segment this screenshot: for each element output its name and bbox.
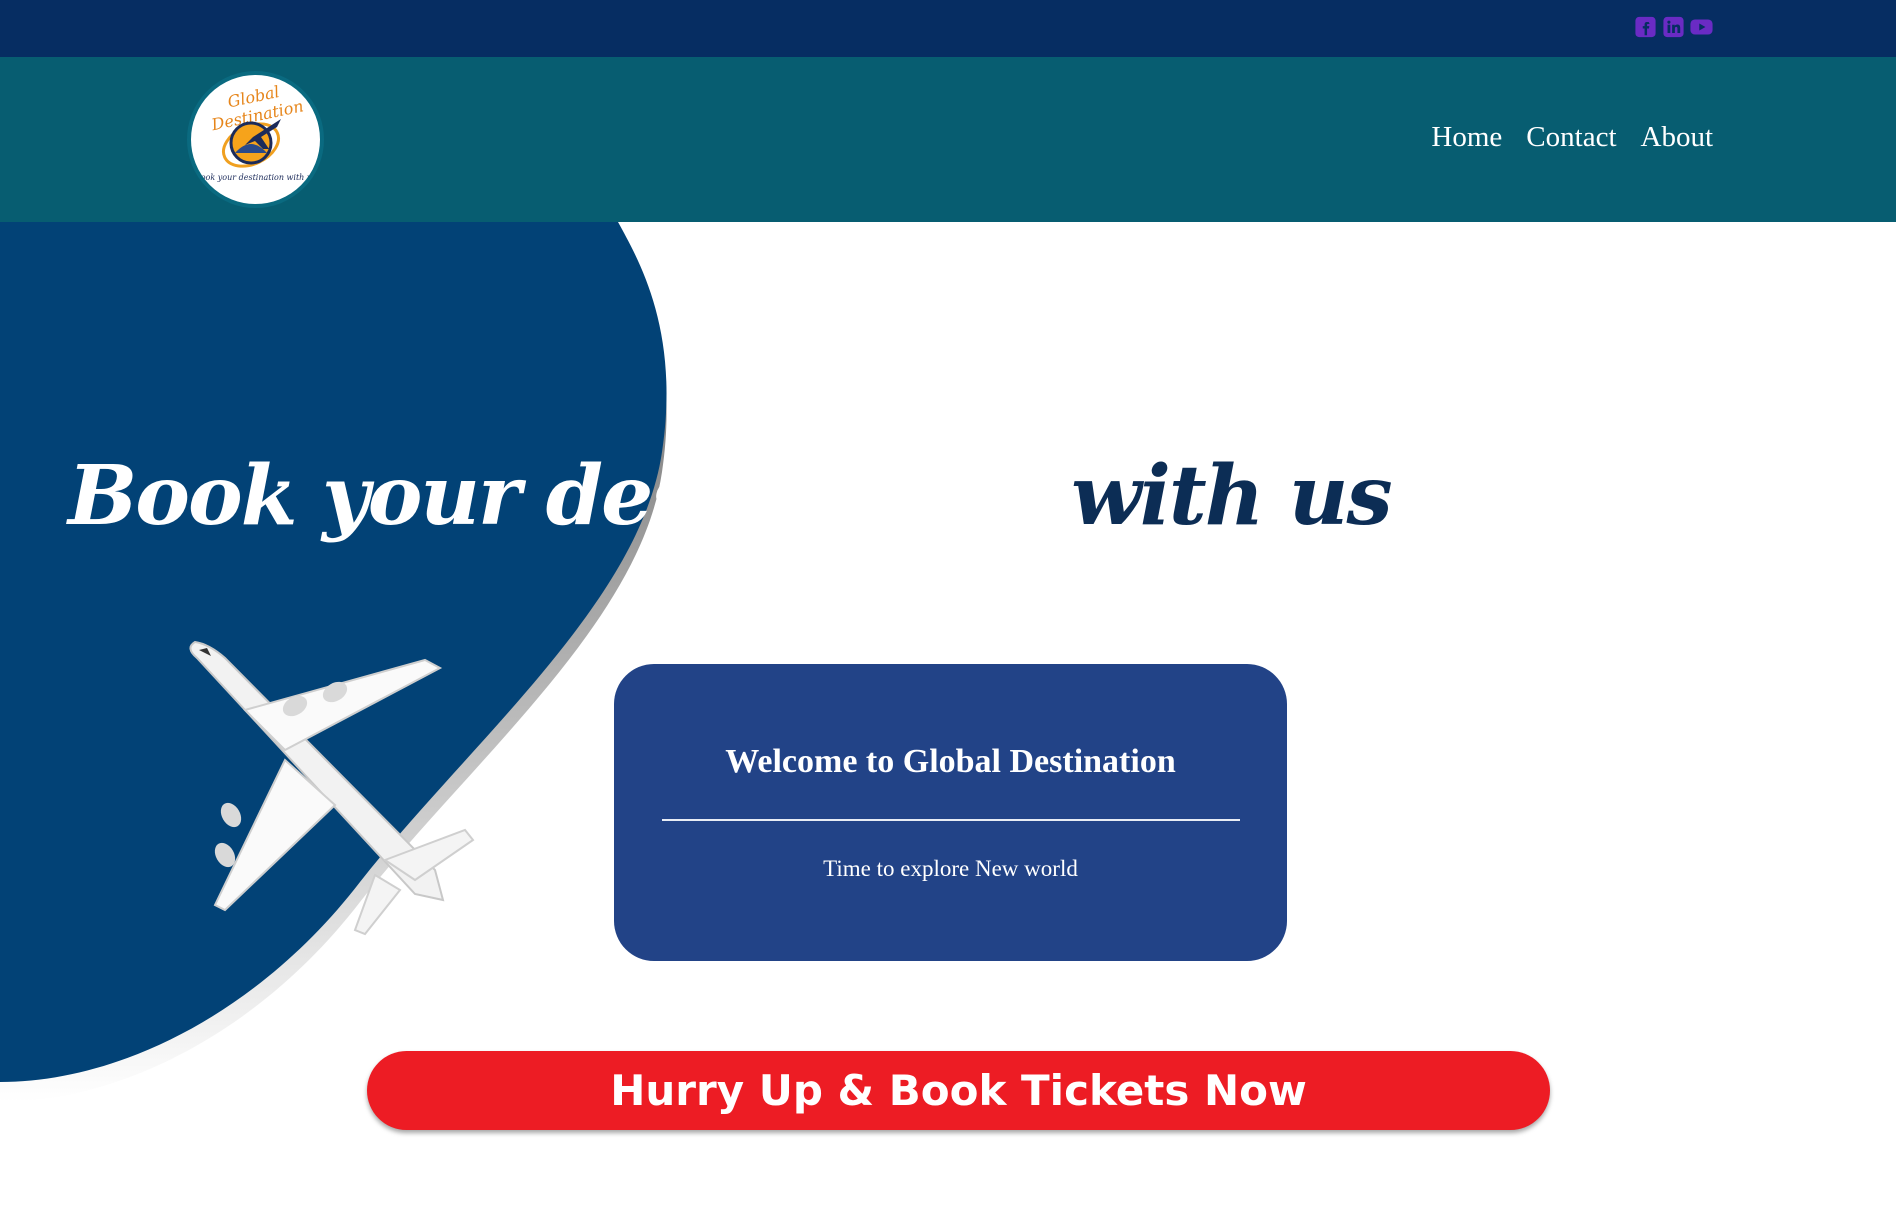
hero-headline: Book your destination with us [68,448,1393,544]
headline-part-white: Book your destination [68,448,1047,544]
logo-globe-plane-icon [222,119,281,168]
headline-part-dark: with us [1044,448,1393,544]
site-logo[interactable]: Global Destination Book your destination… [187,71,324,208]
nav-link-home[interactable]: Home [1431,121,1502,154]
nav-link-about[interactable]: About [1641,121,1714,154]
top-bar [0,0,1896,57]
youtube-icon[interactable] [1690,16,1713,38]
welcome-divider [661,819,1240,821]
nav-menu: Home Contact About [1431,121,1713,154]
welcome-title: Welcome to Global Destination [725,743,1176,780]
linkedin-icon[interactable] [1662,16,1685,38]
logo-tagline: Book your destination with us [194,173,317,182]
welcome-card: Welcome to Global Destination Time to ex… [614,664,1287,961]
social-links [1634,16,1713,38]
book-tickets-button[interactable]: Hurry Up & Book Tickets Now [367,1051,1550,1130]
main-navbar: Global Destination Book your destination… [0,57,1896,222]
facebook-icon[interactable] [1634,16,1657,38]
welcome-subtitle: Time to explore New world [823,856,1078,881]
nav-link-contact[interactable]: Contact [1526,121,1616,154]
